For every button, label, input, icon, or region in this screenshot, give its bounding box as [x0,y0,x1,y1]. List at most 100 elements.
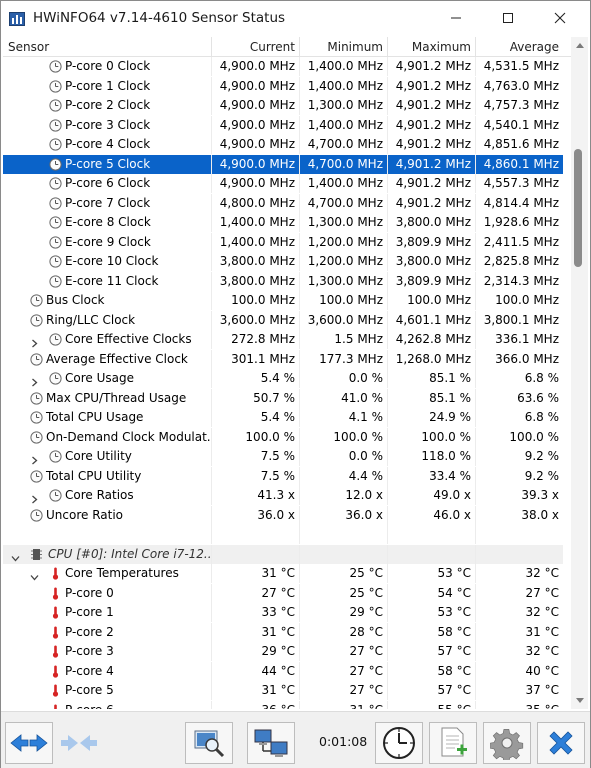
chevron-right-icon[interactable] [30,335,39,348]
table-row[interactable]: E-core 11 Clock 3,800.0 MHz 1,300.0 MHz 3,8… [3,271,563,292]
table-row[interactable]: P-core 3 29 °C 27 °C 57 °C 32 °C [3,642,563,662]
maximum-value-cell: 55 °C [388,700,476,709]
table-row[interactable]: E-core 10 Clock 3,800.0 MHz 1,200.0 MHz 3,8… [3,252,563,272]
table-row[interactable]: P-core 0 27 °C 25 °C 54 °C 27 °C [3,583,563,604]
chevron-right-icon[interactable] [30,374,39,387]
title-bar[interactable]: HWiNFO64 v7.14-4610 Sensor Status [1,1,590,35]
maximum-value-cell: 3,800.0 MHz [388,213,476,232]
column-header-sensor[interactable]: Sensor [3,37,212,57]
table-row[interactable]: P-core 0 Clock 4,900.0 MHz 1,400.0 MHz 4,90… [3,57,563,77]
sensor-name-cell: Core Utility [3,447,212,466]
sensor-label: Core Usage [65,371,134,385]
current-value-cell: 100.0 MHz [212,291,300,310]
average-value-cell: 32 °C [525,605,559,619]
table-row[interactable]: E-core 8 Clock 1,400.0 MHz 1,300.0 MHz 3,80… [3,213,563,233]
group-header-row[interactable]: CPU [#0]: Intel Core i7-12... [3,544,563,564]
scroll-up-button[interactable] [571,37,588,53]
sensor-label: Average Effective Clock [46,351,188,366]
table-row[interactable]: Average Effective Clock 301.1 MHz 177.3 MH… [3,349,563,370]
average-value-cell: 4,540.1 MHz [483,117,559,132]
table-row[interactable]: Bus Clock 100.0 MHz 100.0 MHz 100.0 MHz 100.… [3,291,563,311]
sensor-name-cell: Core Temperatures [3,564,212,583]
navigate-left-button[interactable] [5,722,53,764]
column-header-current[interactable]: Current [212,37,300,57]
chevron-right-icon[interactable] [30,491,39,504]
current-value-cell: 1,400.0 MHz [212,213,300,232]
table-row[interactable]: On-Demand Clock Modulat... 100.0 % 100.0 %… [3,427,563,448]
table-row[interactable]: Uncore Ratio 36.0 x 36.0 x 46.0 x 38.0 x [3,505,563,526]
sensor-name-cell: P-core 6 Clock [3,174,212,193]
chevron-down-icon[interactable] [11,550,20,561]
close-sensors-button[interactable] [537,722,585,764]
table-row[interactable]: Core Ratios 41.3 x 12.0 x 49.0 x 39.3 x [3,486,563,506]
scroll-down-button[interactable] [571,693,588,709]
column-header-average[interactable]: Average [476,37,563,57]
minimum-value-cell: 25 °C [300,564,388,583]
settings-button[interactable] [483,722,531,764]
table-row[interactable]: Core Temperatures 31 °C 25 °C 53 °C 32 °C [3,564,563,584]
current-value-cell: 3,800.0 MHz [212,271,300,291]
column-header-maximum[interactable]: Maximum [388,37,476,57]
sensor-label: CPU [#0]: Intel Core i7-12... [48,546,212,561]
table-row[interactable]: Ring/LLC Clock 3,600.0 MHz 3,600.0 MHz 4,60… [3,310,563,331]
table-row[interactable]: P-core 5 31 °C 27 °C 57 °C 37 °C [3,681,563,701]
maximum-value-cell: 1,268.0 MHz [388,349,476,369]
table-row[interactable]: P-core 7 Clock 4,800.0 MHz 4,700.0 MHz 4,90… [3,193,563,214]
table-row[interactable]: Max CPU/Thread Usage 50.7 % 41.0 % 85.1 % 63… [3,388,563,409]
table-row[interactable]: Total CPU Utility 7.5 % 4.4 % 33.4 % 9.2 % [3,466,563,487]
current-value-cell: 31 °C [212,681,300,700]
table-row[interactable]: E-core 9 Clock 1,400.0 MHz 1,200.0 MHz 3,80… [3,232,563,253]
table-row[interactable]: P-core 2 Clock 4,900.0 MHz 1,300.0 MHz 4,90… [3,96,563,116]
app-icon [9,12,25,26]
average-value-cell: 4,531.5 MHz [483,59,559,73]
navigate-right-button[interactable] [55,722,103,764]
table-row[interactable]: P-core 3 Clock 4,900.0 MHz 1,400.0 MHz 4,90… [3,115,563,136]
current-value-cell: 301.1 MHz [212,349,300,369]
maximize-button[interactable] [485,1,531,35]
sensor-label: Core Ratios [65,488,134,502]
minimum-value-cell: 31 °C [300,700,388,709]
table-row[interactable]: P-core 5 Clock 4,900.0 MHz 4,700.0 MHz 4,90… [3,154,563,175]
chevron-right-icon[interactable] [30,452,39,465]
column-header-minimum[interactable]: Minimum [300,37,388,57]
maximum-value-cell: 4,901.2 MHz [388,135,476,154]
search-sensor-button[interactable] [185,722,233,764]
scrollbar-thumb[interactable] [574,149,582,267]
chevron-down-icon[interactable] [30,569,39,581]
table-row[interactable]: P-core 4 Clock 4,900.0 MHz 4,700.0 MHz 4,90… [3,135,563,155]
table-row[interactable]: Core Utility 7.5 % 0.0 % 118.0 % 9.2 % [3,447,563,467]
double-arrow-disabled-icon [61,735,97,751]
table-row[interactable]: P-core 6 Clock 4,900.0 MHz 1,400.0 MHz 4,90… [3,174,563,194]
maximum-value-cell: 100.0 MHz [388,291,476,310]
maximum-value-cell: 85.1 % [388,369,476,388]
sensor-label: Total CPU Utility [46,468,142,483]
table-row[interactable]: P-core 1 Clock 4,900.0 MHz 1,400.0 MHz 4,90… [3,76,563,97]
sensor-name-cell: On-Demand Clock Modulat... [3,427,212,447]
minimize-button[interactable] [433,1,479,35]
table-row[interactable]: P-core 6 36 °C31 °C55 °C35 °C [3,700,563,709]
table-row[interactable]: Total CPU Usage 5.4 % 4.1 % 24.9 % 6.8 % [3,408,563,428]
double-arrow-icon [10,734,48,752]
sensor-label: P-core 5 [65,683,114,697]
network-button[interactable] [247,722,295,764]
table-row[interactable]: P-core 4 44 °C 27 °C 58 °C 40 °C [3,661,563,682]
sensor-name-cell: P-core 4 [3,661,212,681]
maximum-value-cell: 100.0 % [388,427,476,447]
table-row[interactable]: Core Usage 5.4 % 0.0 % 85.1 % 6.8 % [3,369,563,389]
close-x-icon [549,731,573,755]
clock-icon [49,157,62,171]
sensor-name-cell: Bus Clock [3,291,212,310]
maximum-value-cell: 57 °C [388,681,476,700]
average-value-cell: 1,928.6 MHz [483,215,559,229]
vertical-scrollbar[interactable] [571,37,588,709]
table-row[interactable]: P-core 1 33 °C 29 °C 53 °C 32 °C [3,603,563,623]
log-file-button[interactable] [429,722,477,764]
reset-timer-button[interactable] [375,722,423,764]
close-window-button[interactable] [537,1,583,35]
table-row[interactable]: Core Effective Clocks 272.8 MHz 1.5 MHz 4,2… [3,330,563,350]
average-value-cell: 366.0 MHz [495,351,559,366]
minimum-value-cell: 4.4 % [300,466,388,486]
sensor-table[interactable]: Sensor Current Minimum Maximum Average P… [3,37,571,709]
sensor-name-cell [3,525,212,544]
table-row[interactable]: P-core 2 31 °C 28 °C 58 °C 31 °C [3,622,563,643]
